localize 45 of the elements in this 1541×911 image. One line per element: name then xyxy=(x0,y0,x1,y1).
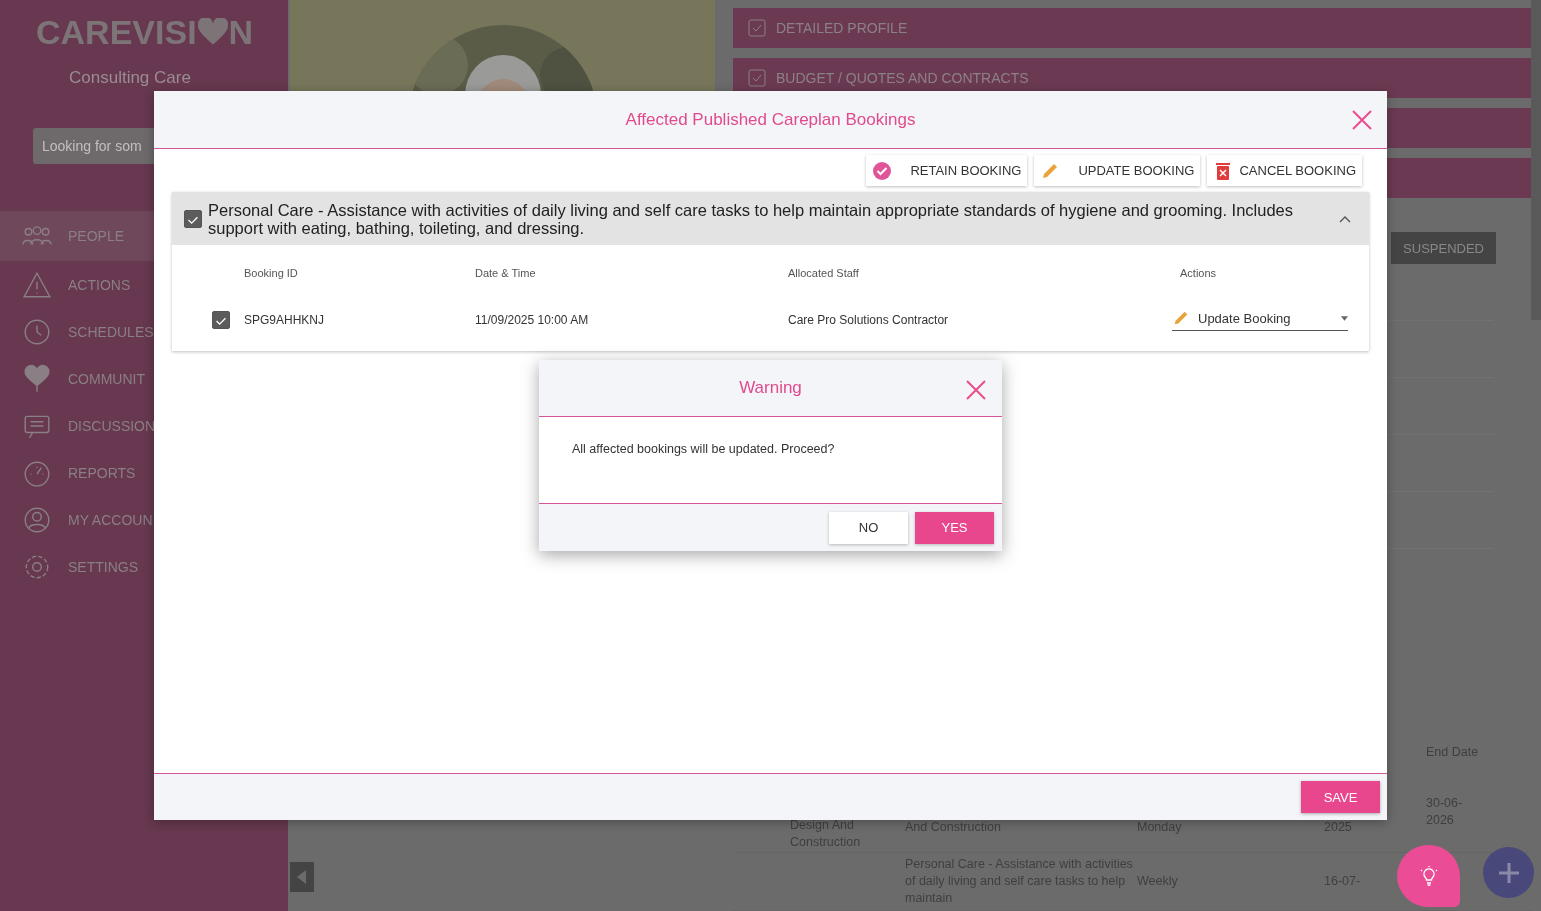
organization-name: Consulting Care xyxy=(69,68,192,88)
checkbox[interactable] xyxy=(184,209,202,228)
logo-text: CAREVISI xyxy=(36,12,197,52)
checkbox[interactable] xyxy=(212,311,230,329)
plus-icon xyxy=(1496,860,1521,885)
pencil-icon xyxy=(1172,309,1190,327)
table-cell: 11/09/2025 10:00 AM xyxy=(475,313,589,327)
nav-item[interactable]: MY ACCOUN xyxy=(0,496,288,543)
nav-item[interactable]: SETTINGS xyxy=(0,543,288,590)
section-header[interactable]: DETAILED PROFILE xyxy=(733,8,1531,48)
no-button[interactable]: NO xyxy=(829,511,908,544)
update-booking-button[interactable]: UPDATE BOOKING xyxy=(1034,155,1201,186)
scrollbar[interactable] xyxy=(1531,0,1541,320)
collapse-icon[interactable] xyxy=(1339,214,1351,223)
column-header: Allocated Staff xyxy=(788,267,860,279)
table-cell: SPG9AHHKNJ xyxy=(244,313,325,327)
close-icon[interactable] xyxy=(966,380,986,400)
column-header: Booking ID xyxy=(244,267,299,279)
left-arrow-icon xyxy=(297,870,307,884)
dialog-title: Warning xyxy=(739,378,802,398)
warning-message: All affected bookings will be updated. Proceed? xyxy=(572,442,835,456)
column-header: Actions xyxy=(1180,267,1218,279)
checkbox-icon xyxy=(748,19,766,37)
heart-balloon-icon xyxy=(22,363,52,394)
dialog-title: Affected Published Careplan Bookings xyxy=(625,109,916,130)
cancel-booking-button[interactable]: CANCEL BOOKING xyxy=(1207,155,1362,186)
add-button[interactable] xyxy=(1483,847,1534,898)
heart-icon xyxy=(197,18,228,46)
nav-item[interactable]: REPORTS xyxy=(0,449,288,496)
nav-item[interactable]: DISCUSSION xyxy=(0,402,288,449)
logo-text: N xyxy=(228,12,254,52)
yes-button[interactable]: YES xyxy=(915,511,994,544)
caret-icon xyxy=(1341,315,1348,321)
nav-item[interactable]: COMMUNIT xyxy=(0,355,288,402)
save-button[interactable]: SAVE xyxy=(1301,781,1380,813)
checkbox-icon xyxy=(748,69,766,87)
back-button[interactable] xyxy=(290,862,314,892)
column-header: Date & Time xyxy=(475,267,537,279)
table-cell: Care Pro Solutions Contractor xyxy=(788,313,949,327)
group-header[interactable]: Personal Care - Assistance with activities of daily living and self care tasks to help maintain appropriate standards of hygiene and grooming. Includes support with eating, bathing, toileting, and dressing. xyxy=(172,192,1369,245)
suspended-button[interactable]: SUSPENDED xyxy=(1391,232,1496,264)
retain-booking-button[interactable]: RETAIN BOOKING xyxy=(866,155,1028,186)
action-dropdown[interactable]: Update Booking xyxy=(1172,309,1348,331)
check-circle-icon xyxy=(872,160,893,181)
close-icon[interactable] xyxy=(1352,110,1372,130)
